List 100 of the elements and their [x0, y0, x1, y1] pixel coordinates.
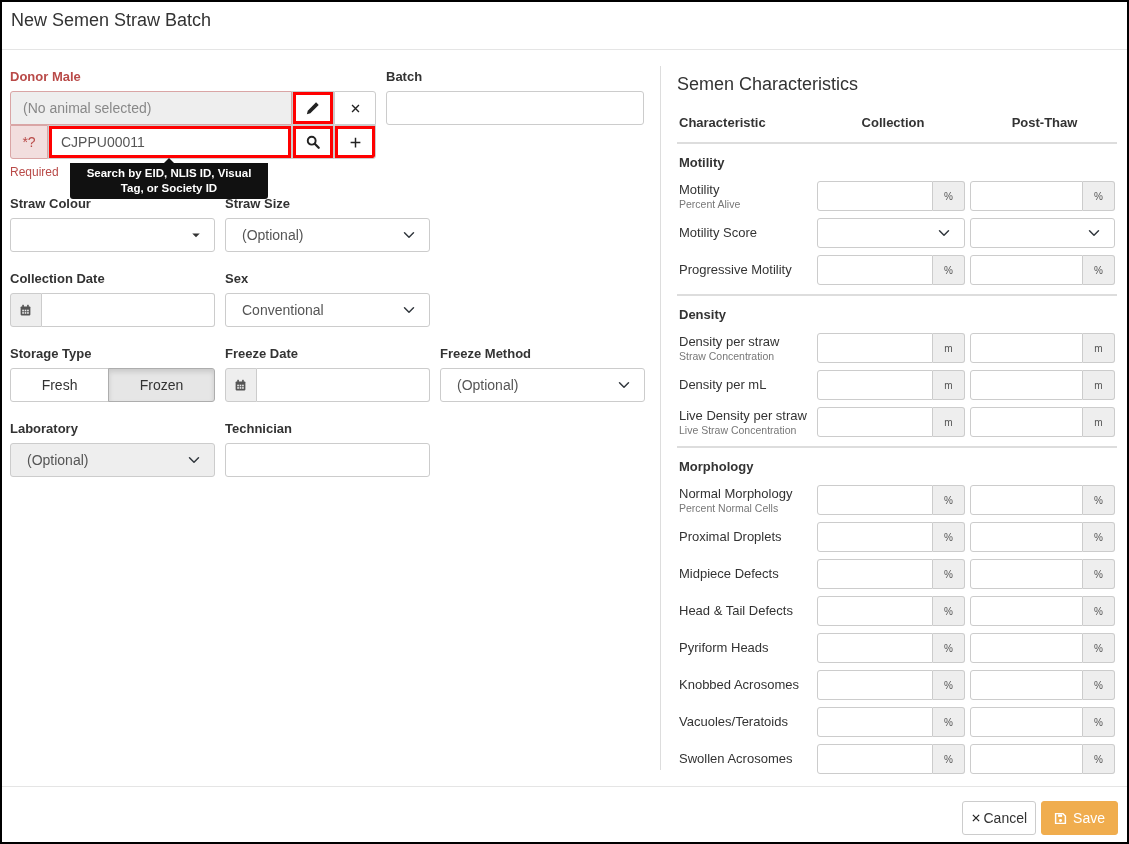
unit-label: % [933, 744, 965, 775]
select-field[interactable] [970, 218, 1115, 249]
unit-label: % [933, 707, 965, 738]
row-label: Midpiece Defects [679, 566, 780, 583]
value-field[interactable] [817, 744, 933, 775]
batch-field[interactable] [386, 91, 644, 125]
unit-label: % [1083, 485, 1115, 516]
value-field[interactable] [817, 559, 933, 590]
unit-label: m [1083, 333, 1115, 364]
value-field[interactable] [817, 370, 933, 401]
plus-icon [348, 135, 362, 149]
toggle-button[interactable]: Fresh [10, 368, 110, 402]
row-label: Density per mL [679, 377, 768, 394]
date-field[interactable] [256, 368, 430, 402]
unit-label: % [933, 633, 965, 664]
unit-label: % [933, 181, 965, 212]
unit-label: % [933, 255, 965, 286]
dropdown-field[interactable] [10, 218, 215, 252]
value-field[interactable] [817, 485, 933, 516]
select-field[interactable]: (Optional) [440, 368, 645, 402]
close-icon [971, 813, 982, 823]
cancel-button[interactable]: Cancel [962, 801, 1037, 835]
value-field[interactable] [817, 707, 933, 738]
value-field[interactable] [970, 596, 1083, 627]
row-label: Normal Morphology [679, 485, 794, 502]
row-label: Knobbed Acrosomes [679, 677, 800, 694]
row-sublabel: Percent Normal Cells [679, 501, 780, 515]
value-field[interactable] [817, 670, 933, 701]
required-prefix: *? [10, 125, 48, 159]
group-title: Motility [679, 154, 725, 173]
pencil-icon [306, 101, 320, 115]
edit-button[interactable] [292, 91, 334, 125]
unit-label: % [933, 522, 965, 553]
toggle-button[interactable]: Frozen [108, 368, 215, 402]
error-message: Required [10, 164, 59, 181]
unit-label: % [1083, 670, 1115, 701]
value-field[interactable] [817, 333, 933, 364]
unit-label: m [1083, 370, 1115, 401]
value-field[interactable] [817, 633, 933, 664]
row-label: Live Density per straw [679, 407, 808, 424]
row-label: Pyriform Heads [679, 640, 770, 657]
calendar-icon [234, 378, 248, 392]
select-field[interactable]: Conventional [225, 293, 430, 327]
select-field[interactable]: (Optional) [225, 218, 430, 252]
field-label: Storage Type [10, 345, 92, 363]
value-field[interactable] [970, 707, 1083, 738]
field-label: Freeze Date [225, 345, 298, 363]
calendar-button[interactable] [10, 293, 42, 327]
value-field[interactable] [970, 407, 1083, 438]
unit-label: m [933, 407, 965, 438]
add-button[interactable] [334, 125, 376, 159]
unit-label: m [1083, 407, 1115, 438]
unit-label: % [1083, 744, 1115, 775]
value-field[interactable] [970, 744, 1083, 775]
unit-label: % [933, 596, 965, 627]
unit-label: % [933, 670, 965, 701]
close-icon [349, 102, 361, 114]
calendar-button[interactable] [225, 368, 257, 402]
column-header: Post-Thaw [1011, 114, 1078, 130]
value-field[interactable] [817, 522, 933, 553]
row-label: Density per straw [679, 333, 781, 350]
value-field[interactable] [970, 333, 1083, 364]
value-field[interactable] [970, 485, 1083, 516]
row-label: Progressive Motility [679, 262, 793, 279]
search-field[interactable]: CJPPU00011 [48, 125, 292, 159]
value-field[interactable] [970, 370, 1083, 401]
row-label: Motility Score [679, 225, 759, 242]
field-label: Technician [225, 420, 292, 438]
date-field[interactable] [41, 293, 215, 327]
unit-label: % [1083, 707, 1115, 738]
section-title: Semen Characteristics [677, 74, 860, 96]
field-label: Sex [225, 270, 249, 288]
unit-label: % [1083, 181, 1115, 212]
save-icon [1054, 811, 1068, 825]
value-field[interactable] [970, 181, 1083, 212]
search-button[interactable] [292, 125, 334, 159]
unit-label: % [1083, 559, 1115, 590]
row-label: Swollen Acrosomes [679, 751, 794, 768]
row-label: Head & Tail Defects [679, 603, 794, 620]
column-header: Collection [861, 114, 925, 130]
unit-label: % [1083, 522, 1115, 553]
select-field[interactable] [817, 218, 965, 249]
unit-label: % [933, 559, 965, 590]
dialog-title: New Semen Straw Batch [11, 10, 213, 32]
value-field[interactable] [817, 181, 933, 212]
group-title: Density [679, 306, 726, 325]
text-field[interactable] [225, 443, 430, 477]
value-field[interactable] [970, 559, 1083, 590]
row-sublabel: Live Straw Concentration [679, 423, 798, 437]
value-field[interactable] [817, 255, 933, 286]
value-field[interactable] [817, 407, 933, 438]
field-label: Freeze Method [440, 345, 531, 363]
value-field[interactable] [970, 670, 1083, 701]
value-field[interactable] [970, 255, 1083, 286]
value-field[interactable] [970, 633, 1083, 664]
unit-label: % [933, 485, 965, 516]
value-field[interactable] [817, 596, 933, 627]
unit-label: % [1083, 596, 1115, 627]
unit-label: m [933, 370, 965, 401]
value-field[interactable] [970, 522, 1083, 553]
